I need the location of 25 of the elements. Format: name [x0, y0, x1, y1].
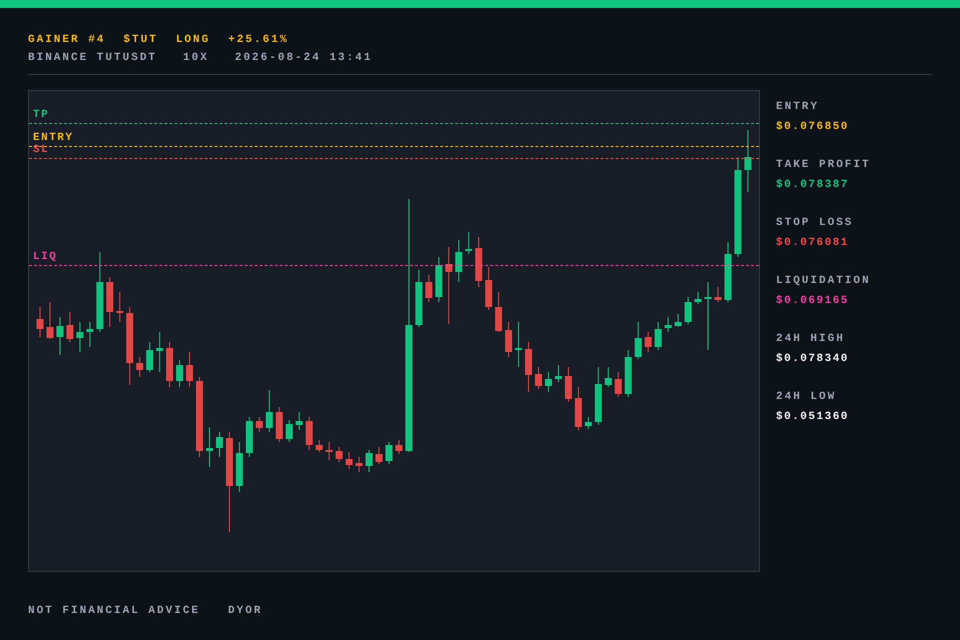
- header-title-text: $TUT: [123, 33, 158, 48]
- level-label: TP: [33, 109, 50, 122]
- header-title-text: +25.61%: [228, 33, 288, 48]
- level-label: SL: [33, 144, 50, 157]
- stat-value: $0.076081: [776, 236, 850, 250]
- footer-text: DYOR: [228, 605, 262, 617]
- header-title-text: GAINER #4: [28, 33, 106, 48]
- header-subtitle-text: 2026-08-24 13:41: [234, 51, 372, 66]
- stat-label: ENTRY: [776, 100, 820, 114]
- footer-text: NOT FINANCIAL ADVICE: [28, 605, 200, 617]
- stat-value: $0.078340: [776, 352, 850, 366]
- stat-label: STOP LOSS: [776, 216, 854, 230]
- stat-label: 24H HIGH: [776, 332, 846, 346]
- stat-value: $0.069165: [776, 294, 850, 308]
- level-label: ENTRY: [33, 132, 74, 144]
- level-label: LIQ: [33, 251, 58, 264]
- stat-label: LIQUIDATION: [776, 274, 871, 288]
- stat-value: $0.076850: [776, 120, 850, 134]
- header-subtitle-text: 10X: [183, 51, 209, 66]
- stat-value: $0.051360: [776, 410, 850, 424]
- stat-label: TAKE PROFIT: [776, 158, 871, 172]
- stat-label: 24H LOW: [776, 390, 838, 404]
- header-subtitle-text: BINANCE TUTUSDT: [28, 51, 158, 66]
- stat-value: $0.078387: [776, 178, 850, 192]
- header-title-text: LONG: [176, 33, 210, 48]
